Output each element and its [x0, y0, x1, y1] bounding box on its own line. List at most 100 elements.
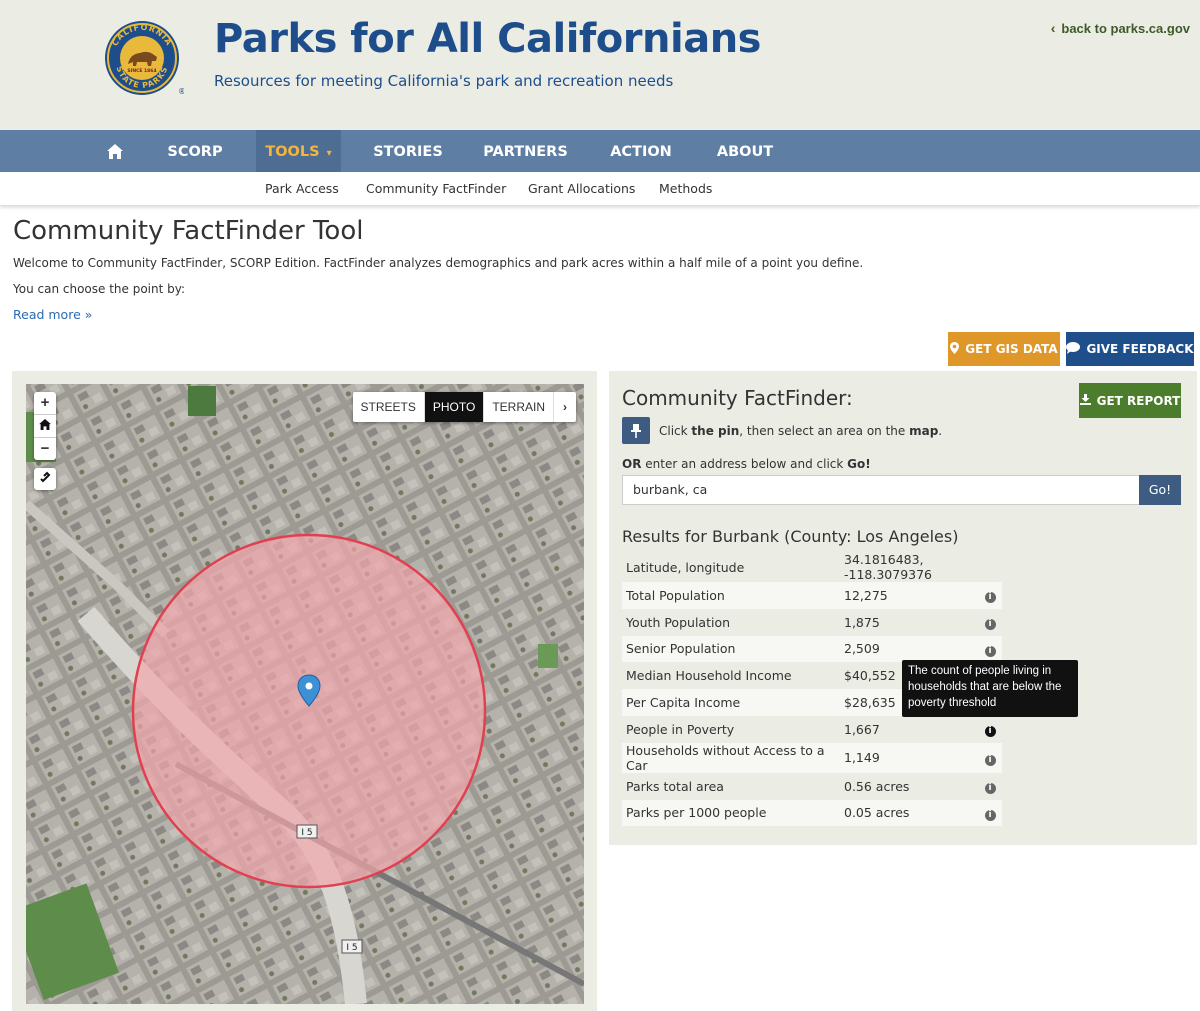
subnav-grant-allocations[interactable]: Grant Allocations [528, 181, 635, 196]
nav-item-partners[interactable]: PARTNERS [474, 130, 577, 172]
nav-item-stories[interactable]: STORIES [366, 130, 450, 172]
download-icon [1079, 393, 1091, 408]
info-icon[interactable]: i [984, 619, 996, 631]
result-label: People in Poverty [622, 715, 840, 743]
result-value: 0.05 acres [840, 799, 974, 827]
pin-icon[interactable] [622, 417, 650, 444]
factfinder-instructions: Click the pin, then select an area on th… [659, 424, 943, 438]
result-info-cell: i [974, 582, 1002, 609]
california-state-parks-logo[interactable]: SINCE 1864 CALIFORNIA STATE PARKS ® [104, 20, 186, 98]
zoom-out-button[interactable]: − [34, 438, 56, 460]
result-label: Households without Access to a Car [622, 742, 840, 773]
site-header: SINCE 1864 CALIFORNIA STATE PARKS ® Park… [0, 0, 1200, 130]
result-value: 1,149 [840, 742, 974, 773]
result-info-cell [974, 552, 1002, 582]
map-zoom-control: + − [34, 392, 56, 460]
chevron-left-icon: ‹ [1050, 20, 1056, 36]
result-info-cell: i [974, 608, 1002, 636]
chevron-right-icon[interactable]: › [554, 392, 576, 422]
aerial-photo: I 5 I 5 [26, 384, 584, 1004]
basemap-photo[interactable]: PHOTO [424, 392, 485, 422]
info-icon[interactable]: i [984, 592, 996, 604]
nav-item-tools-label: TOOLS [265, 144, 320, 160]
result-info-cell: i [974, 799, 1002, 827]
get-gis-data-label: GET GIS DATA [965, 342, 1058, 356]
result-label: Median Household Income [622, 662, 840, 690]
sub-nav: Park Access Community FactFinder Grant A… [0, 172, 1200, 206]
intro-text: Welcome to Community FactFinder, SCORP E… [13, 256, 864, 270]
result-label: Total Population [622, 582, 840, 609]
factfinder-title: Community FactFinder: [622, 386, 853, 410]
info-icon[interactable]: i [984, 645, 996, 657]
site-title[interactable]: Parks for All Californians [214, 16, 761, 62]
basemap-terrain[interactable]: TERRAIN [484, 392, 554, 422]
info-icon[interactable]: i [984, 726, 996, 738]
results-row: Households without Access to a Car 1,149 i [622, 742, 1002, 773]
result-info-cell: i [974, 742, 1002, 773]
result-label: Latitude, longitude [622, 552, 840, 582]
nav-item-tools[interactable]: TOOLS ▾ [256, 130, 341, 172]
result-value: 1,875 [840, 608, 974, 636]
subnav-community-factfinder[interactable]: Community FactFinder [366, 181, 506, 196]
give-feedback-label: GIVE FEEDBACK [1086, 342, 1194, 356]
result-value: 12,275 [840, 582, 974, 609]
results-row: Senior Population 2,509 i [622, 635, 1002, 663]
home-icon[interactable] [107, 144, 123, 164]
results-row: Latitude, longitude 34.1816483, -118.3079… [622, 552, 1002, 582]
link-icon[interactable] [34, 468, 56, 490]
get-gis-data-button[interactable]: GET GIS DATA [948, 332, 1060, 366]
caret-down-icon: ▾ [326, 148, 332, 159]
results-title: Results for Burbank (County: Los Angeles… [622, 527, 959, 546]
info-icon[interactable]: i [984, 809, 996, 821]
address-instructions: OR enter an address below and click Go! [622, 457, 871, 471]
main-nav: SCORP TOOLS ▾ STORIES PARTNERS ACTION AB… [0, 130, 1200, 172]
page-title: Community FactFinder Tool [13, 216, 364, 246]
result-label: Senior Population [622, 635, 840, 663]
results-row: Youth Population 1,875 i [622, 608, 1002, 636]
subnav-park-access[interactable]: Park Access [265, 181, 339, 196]
subnav-methods[interactable]: Methods [659, 181, 712, 196]
basemap-switcher: STREETS PHOTO TERRAIN › [352, 392, 576, 422]
svg-text:SINCE 1864: SINCE 1864 [127, 68, 156, 74]
site-subtitle: Resources for meeting California's park … [214, 72, 674, 90]
result-info-cell: i [974, 715, 1002, 743]
result-label: Parks total area [622, 772, 840, 800]
give-feedback-button[interactable]: GIVE FEEDBACK [1066, 332, 1194, 366]
result-label: Parks per 1000 people [622, 799, 840, 827]
get-report-button[interactable]: GET REPORT [1079, 383, 1181, 418]
map-marker-icon [950, 341, 960, 357]
go-button[interactable]: Go! [1139, 475, 1181, 505]
result-value: 1,667 [840, 715, 974, 743]
results-row: Parks total area 0.56 acres i [622, 772, 1002, 800]
home-extent-button[interactable] [34, 415, 56, 438]
result-label: Youth Population [622, 608, 840, 636]
highway-label-i5-south: I 5 [346, 943, 357, 953]
result-label: Per Capita Income [622, 689, 840, 716]
back-link-label: back to parks.ca.gov [1061, 21, 1190, 36]
nav-item-scorp[interactable]: SCORP [158, 130, 232, 172]
result-value: 0.56 acres [840, 772, 974, 800]
results-row: Parks per 1000 people 0.05 acres i [622, 799, 1002, 827]
back-to-parks-link[interactable]: ‹ back to parks.ca.gov [1051, 20, 1190, 36]
map-home-icon [39, 419, 51, 430]
results-row: Total Population 12,275 i [622, 582, 1002, 609]
intro-choose-text: You can choose the point by: [13, 282, 186, 296]
get-report-label: GET REPORT [1096, 393, 1181, 408]
map-panel: I 5 I 5 + − STREETS PHOTO TERRAIN › [12, 371, 597, 1011]
basemap-streets[interactable]: STREETS [353, 392, 425, 422]
result-info-cell: i [974, 635, 1002, 663]
highway-label-i5: I 5 [301, 828, 312, 838]
result-info-cell: i [974, 772, 1002, 800]
read-more-link[interactable]: Read more » [13, 307, 92, 322]
nav-item-about[interactable]: ABOUT [706, 130, 784, 172]
poverty-tooltip: The count of people living in households… [902, 660, 1078, 717]
nav-item-action[interactable]: ACTION [600, 130, 682, 172]
map-view[interactable]: I 5 I 5 + − STREETS PHOTO TERRAIN › [26, 384, 584, 1004]
comment-icon [1066, 341, 1081, 357]
result-value: 34.1816483, -118.3079376 [840, 552, 974, 582]
info-icon[interactable]: i [984, 783, 996, 795]
address-input[interactable]: burbank, ca [622, 475, 1148, 505]
info-icon[interactable]: i [984, 754, 996, 766]
result-value: 2,509 [840, 635, 974, 663]
zoom-in-button[interactable]: + [34, 392, 56, 415]
